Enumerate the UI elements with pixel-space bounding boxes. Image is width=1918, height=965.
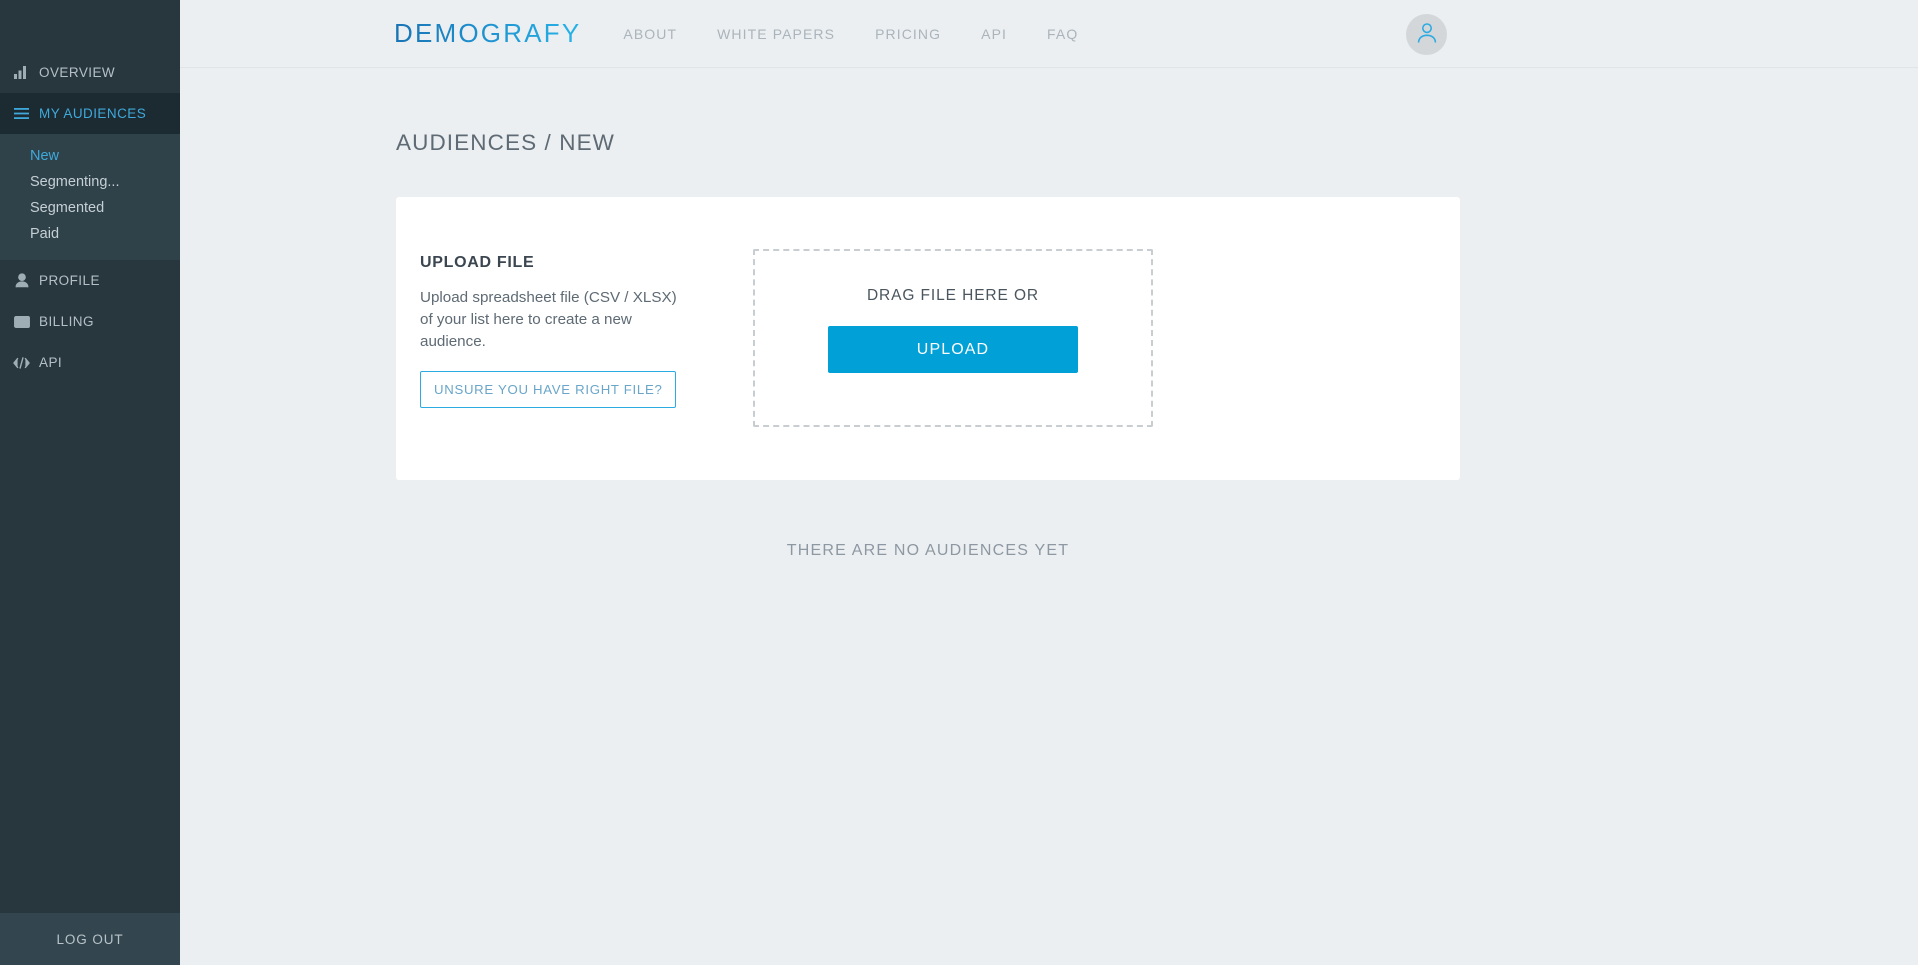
- nav-link-faq[interactable]: FAQ: [1027, 26, 1098, 42]
- upload-card-heading: Upload File: [420, 254, 535, 271]
- empty-state-message: There are no audiences yet: [786, 542, 1070, 559]
- sidebar-item-billing[interactable]: Billing: [0, 301, 180, 342]
- top-navigation: About White Papers Pricing API FAQ: [603, 26, 1098, 42]
- upload-button[interactable]: Upload: [828, 326, 1078, 373]
- bar-chart-icon: [13, 64, 30, 81]
- upload-card-description: Upload spreadsheet file (CSV / XLSX) of …: [420, 289, 677, 350]
- sidebar-nav: Overview My Audiences New Segmenting... …: [0, 0, 180, 913]
- sidebar-item-profile[interactable]: Profile: [0, 260, 180, 301]
- hamburger-menu-icon: [13, 105, 30, 122]
- sidebar-item-label: My Audiences: [39, 106, 147, 121]
- page-title: Audiences / New: [396, 130, 616, 155]
- sidebar: Overview My Audiences New Segmenting... …: [0, 0, 180, 965]
- content-area: Audiences / New Upload File Upload sprea…: [180, 68, 1918, 965]
- logout-button[interactable]: Log Out: [0, 913, 180, 965]
- upload-info: Upload File Upload spreadsheet file (CSV…: [420, 249, 690, 409]
- nav-link-about[interactable]: About: [603, 26, 697, 42]
- sidebar-submenu-my-audiences: New Segmenting... Segmented Paid: [0, 134, 180, 260]
- sidebar-subitem-segmented[interactable]: Segmented: [0, 195, 180, 221]
- sidebar-item-label: Billing: [39, 314, 94, 329]
- nav-link-api[interactable]: API: [961, 26, 1027, 42]
- sidebar-subitem-paid[interactable]: Paid: [0, 221, 180, 247]
- brand-logo[interactable]: DEMOGRAFY: [394, 18, 581, 49]
- sidebar-item-api[interactable]: API: [0, 342, 180, 383]
- sidebar-item-my-audiences[interactable]: My Audiences: [0, 93, 180, 134]
- person-icon: [13, 272, 30, 289]
- code-icon: [13, 354, 30, 371]
- unsure-file-help-button[interactable]: Unsure you have right file?: [420, 371, 677, 409]
- main-area: DEMOGRAFY About White Papers Pricing API…: [180, 0, 1918, 965]
- upload-card: Upload File Upload spreadsheet file (CSV…: [396, 197, 1460, 480]
- sidebar-subitem-segmenting[interactable]: Segmenting...: [0, 169, 180, 195]
- app-root: Overview My Audiences New Segmenting... …: [0, 0, 1918, 965]
- top-header: DEMOGRAFY About White Papers Pricing API…: [180, 0, 1918, 68]
- sidebar-item-label: Overview: [39, 65, 116, 80]
- sidebar-item-label: API: [39, 355, 63, 370]
- sidebar-item-label: Profile: [39, 273, 100, 288]
- dropzone-label: Drag file here or: [866, 287, 1040, 304]
- file-dropzone[interactable]: Drag file here or Upload: [753, 249, 1153, 427]
- nav-link-white-papers[interactable]: White Papers: [697, 26, 855, 42]
- user-avatar-icon: [1415, 20, 1439, 49]
- sidebar-item-overview[interactable]: Overview: [0, 52, 180, 93]
- credit-card-icon: [13, 313, 30, 330]
- nav-link-pricing[interactable]: Pricing: [855, 26, 961, 42]
- avatar[interactable]: [1406, 14, 1447, 55]
- sidebar-subitem-new[interactable]: New: [0, 143, 180, 169]
